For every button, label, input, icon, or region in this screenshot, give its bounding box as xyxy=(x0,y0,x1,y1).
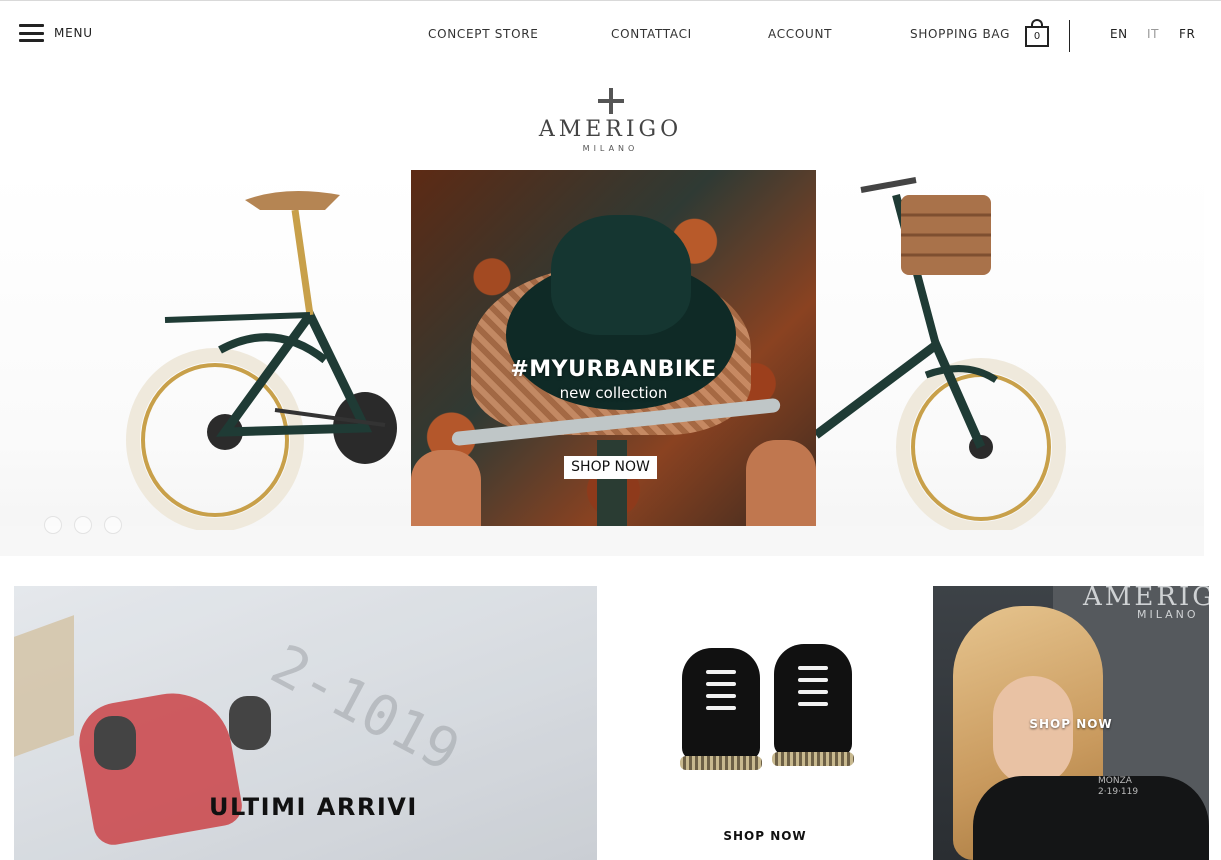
slider-dot-1[interactable] xyxy=(44,516,62,534)
bike-image-left xyxy=(126,191,397,530)
hand-left-image xyxy=(411,450,481,526)
hand-right-image xyxy=(746,440,816,526)
hero-shop-now-button[interactable]: SHOP NOW xyxy=(564,456,657,479)
bike-stem-image xyxy=(597,440,627,526)
hero-title: #MYURBANBIKE xyxy=(510,357,717,382)
menu-button[interactable]: MENU xyxy=(19,24,93,42)
shoe-image-left xyxy=(680,648,762,778)
tshirt-image xyxy=(973,776,1209,860)
bag-count: 0 xyxy=(1033,31,1041,42)
lang-fr[interactable]: FR xyxy=(1179,27,1195,41)
tile-tshirt[interactable]: AMERIGO MILANO MONZA 2·19·119 SHOP NOW xyxy=(933,586,1209,860)
nav-account[interactable]: ACCOUNT xyxy=(768,27,832,41)
menu-label: MENU xyxy=(54,26,93,40)
hero-banner[interactable]: #MYURBANBIKE new collection SHOP NOW xyxy=(411,170,816,526)
brand-logo[interactable]: AMERIGO MILANO xyxy=(520,88,701,153)
lang-it[interactable]: IT xyxy=(1147,27,1159,41)
logo-sub: MILANO xyxy=(582,144,639,153)
tile-ultimi-arrivi-label: ULTIMI ARRIVI xyxy=(209,793,418,821)
nav-contattaci[interactable]: CONTATTACI xyxy=(611,27,692,41)
nav-concept-store[interactable]: CONCEPT STORE xyxy=(428,27,539,41)
nav-shopping-bag[interactable]: SHOPPING BAG xyxy=(910,27,1010,41)
slider-dot-2[interactable] xyxy=(74,516,92,534)
slider-dots xyxy=(44,516,122,534)
top-border xyxy=(0,0,1221,1)
backdrop-brand-sub: MILANO xyxy=(1137,608,1199,621)
shopping-bag-icon[interactable]: 0 xyxy=(1025,19,1049,49)
hero-subtitle: new collection xyxy=(559,384,668,402)
lang-en[interactable]: EN xyxy=(1110,27,1128,41)
tile-shoes-shop-now[interactable]: SHOP NOW xyxy=(612,829,918,843)
hamburger-icon xyxy=(19,24,44,42)
shoe-image-right xyxy=(772,644,854,774)
slider-dot-3[interactable] xyxy=(104,516,122,534)
bike-image-right xyxy=(816,177,1066,530)
hat-crown-image xyxy=(551,215,691,335)
tile-ultimi-arrivi[interactable]: 2-1019 ULTIMI ARRIVI xyxy=(14,586,597,860)
tile-shoes[interactable]: SHOP NOW xyxy=(612,586,918,860)
cross-icon xyxy=(597,88,624,114)
header-divider xyxy=(1069,20,1070,52)
logo-name: AMERIGO xyxy=(538,117,683,142)
tshirt-print: MONZA 2·19·119 xyxy=(1098,776,1139,797)
tile-tshirt-shop-now[interactable]: SHOP NOW xyxy=(933,717,1209,731)
hero-floor xyxy=(0,526,1204,556)
model-face-image xyxy=(993,676,1073,786)
